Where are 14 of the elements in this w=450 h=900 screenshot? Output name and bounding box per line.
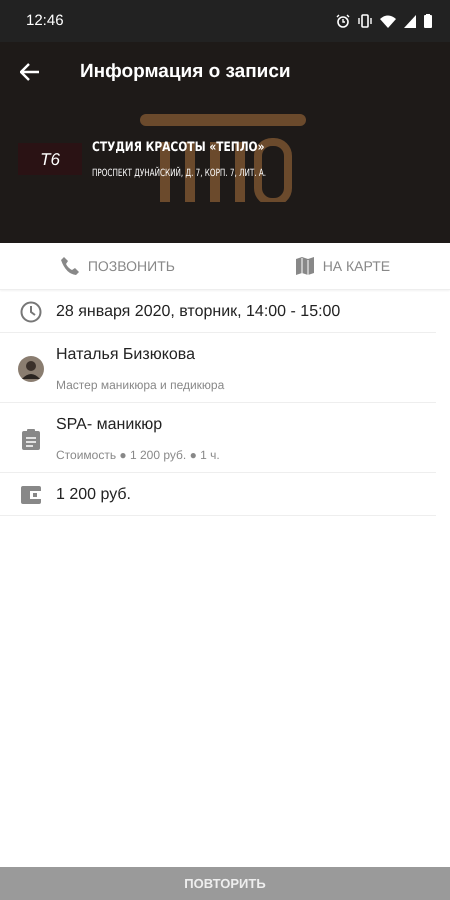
salon-logo: Т6	[18, 143, 82, 176]
salon-address: ПРОСПЕКТ ДУНАЙСКИЙ, Д. 7, КОРП. 7, ЛИТ. А.	[92, 166, 266, 180]
call-button[interactable]: ПОЗВОНИТЬ	[0, 243, 235, 289]
status-time: 12:46	[26, 10, 64, 31]
map-button[interactable]: НА КАРТЕ	[234, 243, 450, 289]
detail-title: SPA- маникюр	[56, 415, 164, 435]
salon-name: СТУДИЯ КРАСОТЫ «ТЕПЛО»	[92, 139, 266, 157]
detail-title: 1 200 руб.	[56, 485, 131, 505]
screen-title: Информация о записи	[80, 60, 291, 84]
detail-subtitle: Стоимость ● 1 200 руб. ● 1 ч.	[56, 447, 220, 464]
detail-subtitle: Мастер маникюра и педикюра	[56, 377, 224, 394]
detail-title: 28 января 2020, вторник, 14:00 - 15:00	[56, 302, 340, 322]
detail-title: Наталья Бизюкова	[56, 345, 196, 365]
repeat-button[interactable]: ПОВТОРИТЬ	[0, 867, 450, 900]
